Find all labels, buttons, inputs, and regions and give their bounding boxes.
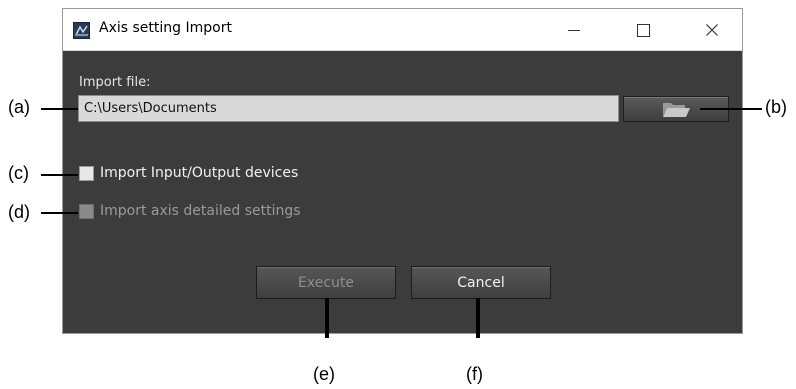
title-bar: Axis setting Import — [63, 9, 742, 51]
minimize-button[interactable] — [551, 9, 597, 51]
leader-line-a — [41, 108, 78, 110]
leader-line-b — [700, 108, 762, 110]
import-io-devices-checkbox[interactable] — [79, 165, 94, 181]
axis-app-icon — [73, 22, 90, 39]
callout-d: (d) — [8, 202, 30, 222]
callout-b: (b) — [765, 97, 787, 117]
import-axis-settings-option[interactable]: Import axis detailed settings — [79, 203, 301, 219]
callout-a: (a) — [8, 97, 30, 117]
callout-f: (f) — [466, 364, 483, 384]
import-io-devices-option[interactable]: Import Input/Output devices — [79, 165, 298, 181]
cancel-button[interactable]: Cancel — [411, 266, 551, 299]
close-icon — [706, 24, 718, 36]
minimize-icon — [568, 29, 580, 31]
import-file-label: Import file: — [79, 75, 151, 90]
folder-open-icon — [663, 103, 690, 117]
close-button[interactable] — [689, 9, 735, 51]
callout-e: (e) — [313, 364, 335, 384]
execute-button[interactable]: Execute — [256, 266, 396, 299]
dialog-window: Axis setting Import Import file: Import … — [62, 8, 743, 334]
leader-line-d — [41, 212, 78, 214]
import-path-input[interactable] — [78, 95, 619, 122]
leader-line-e — [325, 298, 329, 338]
import-axis-settings-checkbox[interactable] — [79, 203, 94, 219]
callout-c: (c) — [8, 163, 29, 183]
leader-line-f — [476, 298, 480, 338]
maximize-button[interactable] — [620, 9, 666, 51]
maximize-icon — [636, 23, 650, 37]
import-io-devices-label: Import Input/Output devices — [100, 165, 299, 181]
window-title: Axis setting Import — [99, 20, 232, 36]
import-axis-settings-label: Import axis detailed settings — [100, 203, 301, 219]
leader-line-c — [41, 174, 78, 176]
